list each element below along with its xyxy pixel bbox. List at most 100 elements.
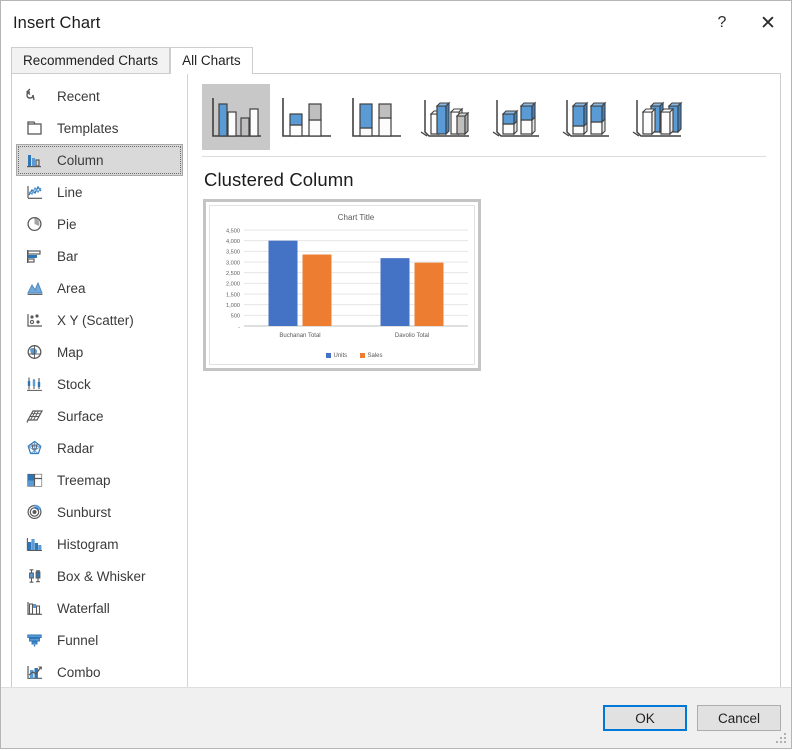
area-icon (24, 278, 46, 298)
templates-icon (24, 118, 46, 138)
svg-text:2,000: 2,000 (226, 282, 240, 288)
column-icon (24, 150, 46, 170)
svg-text:Buchanan Total: Buchanan Total (279, 333, 320, 339)
waterfall-icon (24, 598, 46, 618)
sidebar-item-label: Map (57, 344, 84, 360)
sunburst-icon (24, 502, 46, 522)
svg-text:Units: Units (334, 353, 348, 359)
chart-preview: Chart Title 4,500 4,000 3,500 3,000 2,500 2,00… (209, 205, 475, 365)
chart-subtype-clustered-column[interactable] (202, 84, 270, 150)
chart-subtype-thumbnails[interactable] (202, 80, 766, 152)
radar-icon (24, 438, 46, 458)
close-button[interactable]: ✕ (745, 1, 791, 45)
chart-subtype-stacked-column[interactable] (272, 84, 340, 150)
chart-subtype-3d-column[interactable] (622, 84, 690, 150)
resize-grip[interactable] (776, 733, 788, 745)
sidebar-item-label: Treemap (57, 472, 111, 488)
sidebar-item-label: X Y (Scatter) (57, 312, 134, 328)
svg-text:1,000: 1,000 (226, 303, 240, 309)
svg-text:-: - (238, 324, 240, 330)
bar-sales-1 (414, 262, 444, 326)
sidebar-item-label: Radar (57, 440, 94, 456)
sidebar-item-stock[interactable]: Stock (16, 368, 183, 400)
bar-units-0 (268, 240, 298, 326)
sidebar-item-recent[interactable]: Recent (16, 80, 183, 112)
svg-text:3,500: 3,500 (226, 250, 240, 256)
chart-gallery-pane: Clustered Column Chart Title 4,500 4,000 3,… (188, 74, 780, 688)
dialog-tabstrip: Recommended Charts All Charts (1, 45, 791, 74)
box-whisker-icon (24, 566, 46, 586)
chart-subtype-3d-100-percent-stacked-column[interactable] (552, 84, 620, 150)
scatter-icon (24, 310, 46, 330)
map-icon (24, 342, 46, 362)
cancel-button[interactable]: Cancel (697, 705, 781, 731)
svg-text:3,000: 3,000 (226, 260, 240, 266)
sidebar-item-map[interactable]: Map (16, 336, 183, 368)
sidebar-item-label: Histogram (57, 536, 119, 552)
sidebar-item-area[interactable]: Area (16, 272, 183, 304)
thumbnail-divider (202, 156, 766, 157)
close-icon: ✕ (760, 12, 776, 34)
help-button[interactable]: ? (699, 1, 745, 45)
insert-chart-dialog: Insert Chart ? ✕ Recommended Charts All … (0, 0, 792, 749)
dialog-footer: OK Cancel (1, 687, 791, 748)
line-icon (24, 182, 46, 202)
sidebar-item-box-whisker[interactable]: Box & Whisker (16, 560, 183, 592)
sidebar-item-label: Recent (57, 88, 100, 104)
dialog-body: Recent Templates Column Line Pie Bar Area X Y (… (1, 73, 791, 689)
sidebar-item-radar[interactable]: Radar (16, 432, 183, 464)
sidebar-item-label: Funnel (57, 632, 99, 648)
content-panel: Recent Templates Column Line Pie Bar Area X Y (… (11, 73, 781, 689)
surface-icon (24, 406, 46, 426)
sidebar-item-label: Line (57, 184, 83, 200)
sidebar-item-label: Sunburst (57, 504, 112, 520)
bar-units-1 (380, 258, 410, 326)
sidebar-item-templates[interactable]: Templates (16, 112, 183, 144)
sidebar-item-histogram[interactable]: Histogram (16, 528, 183, 560)
sidebar-item-treemap[interactable]: Treemap (16, 464, 183, 496)
sidebar-item-label: Bar (57, 248, 79, 264)
sidebar-item-label: Column (57, 152, 104, 168)
funnel-icon (24, 630, 46, 650)
chart-subtype-3d-stacked-column[interactable] (482, 84, 550, 150)
stock-icon (24, 374, 46, 394)
sidebar-item-sunburst[interactable]: Sunburst (16, 496, 183, 528)
sidebar-item-label: Combo (57, 664, 101, 680)
combo-icon (24, 662, 46, 682)
sidebar-item-column[interactable]: Column (16, 144, 183, 176)
question-mark-icon: ? (717, 14, 727, 31)
svg-text:4,000: 4,000 (226, 239, 240, 245)
tab-all-charts[interactable]: All Charts (170, 47, 253, 74)
svg-text:1,500: 1,500 (226, 292, 240, 298)
histogram-icon (24, 534, 46, 554)
chart-type-sidebar[interactable]: Recent Templates Column Line Pie Bar Area X Y (… (12, 74, 188, 688)
titlebar-button-group: ? ✕ (699, 1, 791, 45)
sidebar-item-pie[interactable]: Pie (16, 208, 183, 240)
chart-subtype-heading: Clustered Column (204, 169, 354, 190)
svg-text:4,500: 4,500 (226, 228, 240, 234)
bar-sales-0 (302, 254, 332, 326)
sidebar-item-label: Surface (57, 408, 104, 424)
sidebar-item-bar[interactable]: Bar (16, 240, 183, 272)
tab-recommended-charts[interactable]: Recommended Charts (11, 47, 171, 73)
sidebar-item-x-y-scatter[interactable]: X Y (Scatter) (16, 304, 183, 336)
treemap-icon (24, 470, 46, 490)
svg-text:Davolio Total: Davolio Total (395, 333, 429, 339)
sidebar-item-combo[interactable]: Combo (16, 656, 183, 688)
bar-icon (24, 246, 46, 266)
pie-icon (24, 214, 46, 234)
chart-preview-frame[interactable]: Chart Title 4,500 4,000 3,500 3,000 2,500 2,00… (203, 199, 481, 371)
chart-svg: Chart Title 4,500 4,000 3,500 3,000 2,500 2,00… (226, 213, 468, 359)
svg-text:Sales: Sales (368, 353, 383, 359)
dialog-title: Insert Chart (13, 13, 101, 32)
sidebar-item-funnel[interactable]: Funnel (16, 624, 183, 656)
sidebar-item-surface[interactable]: Surface (16, 400, 183, 432)
recent-icon (24, 86, 46, 106)
chart-subtype-3d-clustered-column[interactable] (412, 84, 480, 150)
sidebar-item-waterfall[interactable]: Waterfall (16, 592, 183, 624)
chart-subtype-100-percent-stacked-column[interactable] (342, 84, 410, 150)
sidebar-item-label: Area (57, 280, 86, 296)
sidebar-item-line[interactable]: Line (16, 176, 183, 208)
ok-button[interactable]: OK (603, 705, 687, 731)
sidebar-item-label: Waterfall (57, 600, 110, 616)
